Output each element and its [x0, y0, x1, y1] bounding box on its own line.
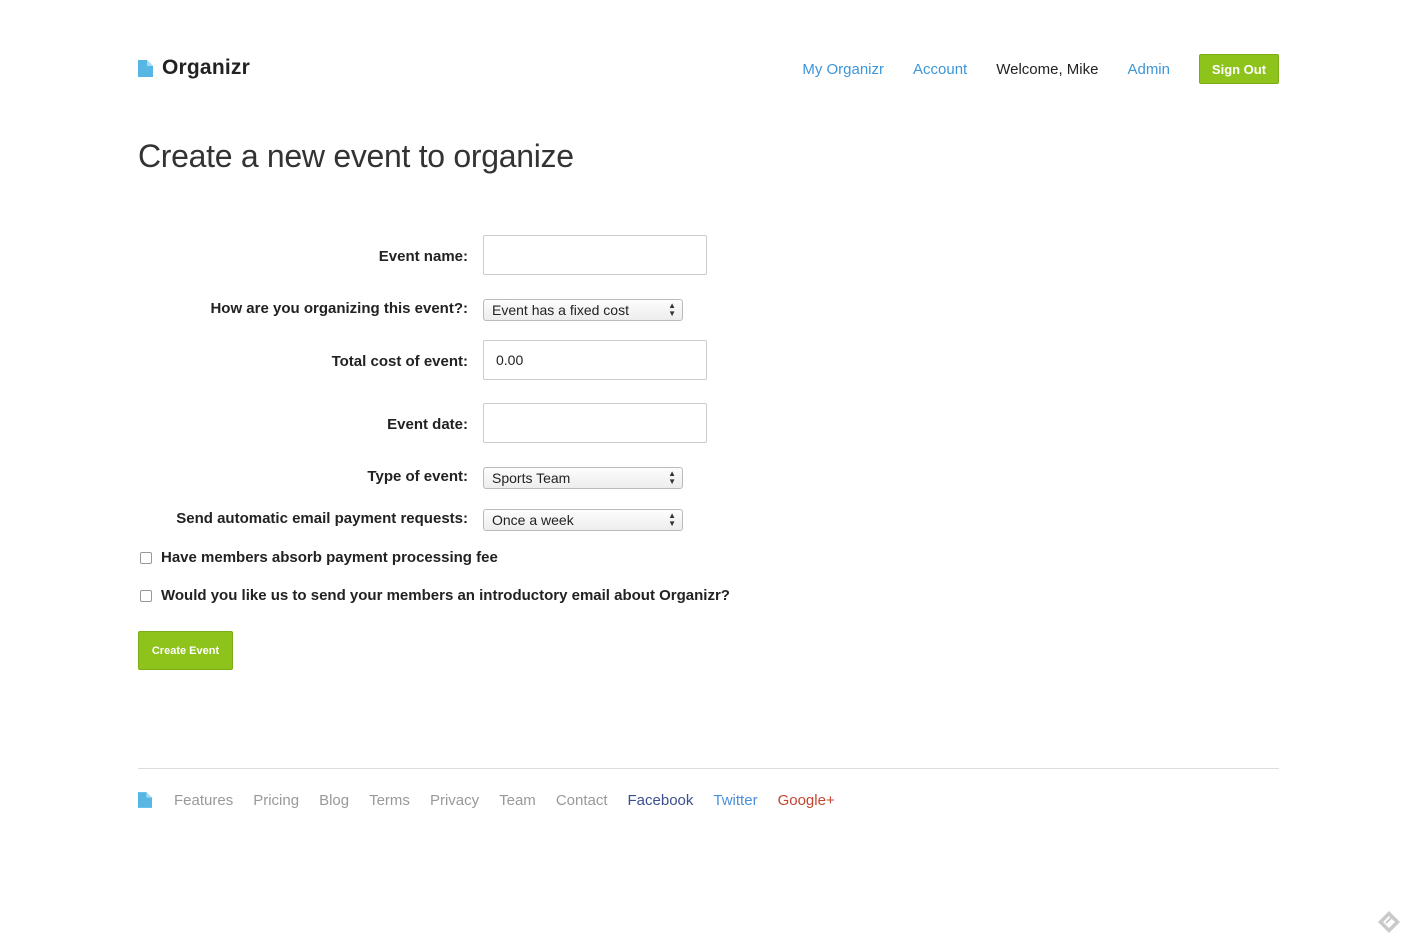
select-arrows-icon: ▲ ▼ [668, 469, 676, 486]
event-name-label: Event name: [378, 248, 468, 265]
nav-admin-link[interactable]: Admin [1127, 61, 1170, 78]
intro-email-label: Would you like us to send your members a… [161, 587, 730, 604]
organizing-label: How are you organizing this event?: [210, 300, 468, 317]
create-event-button[interactable]: Create Event [138, 631, 233, 670]
footer-terms-link[interactable]: Terms [369, 792, 410, 809]
footer-features-link[interactable]: Features [174, 792, 233, 809]
document-icon [138, 59, 153, 77]
footer-pricing-link[interactable]: Pricing [253, 792, 299, 809]
welcome-text: Welcome, Mike [996, 60, 1099, 78]
event-type-select[interactable]: Sports Team ▲ ▼ [483, 467, 683, 489]
intro-email-checkbox[interactable] [140, 589, 152, 602]
page-title: Create a new event to organize [138, 138, 574, 174]
event-date-input[interactable] [483, 403, 707, 443]
footer-twitter-link[interactable]: Twitter [713, 792, 757, 809]
diamond-icon [1378, 911, 1400, 933]
footer-team-link[interactable]: Team [499, 792, 536, 809]
footer-google-plus-link[interactable]: Google+ [778, 792, 835, 809]
document-icon[interactable] [138, 792, 152, 808]
absorb-fee-label: Have members absorb payment processing f… [161, 549, 498, 566]
sign-out-button[interactable]: Sign Out [1199, 54, 1279, 84]
total-cost-input[interactable] [483, 340, 707, 380]
organizing-select[interactable]: Event has a fixed cost ▲ ▼ [483, 299, 683, 321]
top-nav: My Organizr Account Welcome, Mike Admin … [802, 52, 1279, 86]
logo-text: Organizr [162, 56, 250, 79]
nav-account-link[interactable]: Account [913, 61, 967, 78]
footer-contact-link[interactable]: Contact [556, 792, 608, 809]
email-requests-label: Send automatic email payment requests: [176, 510, 468, 527]
footer-divider [138, 768, 1279, 769]
total-cost-label: Total cost of event: [331, 353, 468, 370]
logo[interactable]: Organizr [138, 56, 250, 80]
absorb-fee-row: Have members absorb payment processing f… [140, 549, 498, 566]
organizing-selected-value: Event has a fixed cost [492, 302, 629, 318]
event-type-selected-value: Sports Team [492, 470, 571, 486]
nav-my-organizr-link[interactable]: My Organizr [802, 61, 884, 78]
footer-facebook-link[interactable]: Facebook [628, 792, 694, 809]
intro-email-row: Would you like us to send your members a… [140, 587, 730, 604]
absorb-fee-checkbox[interactable] [140, 551, 152, 564]
site-footer: Features Pricing Blog Terms Privacy Team… [138, 790, 855, 810]
site-header: Organizr My Organizr Account Welcome, Mi… [138, 52, 1279, 86]
email-requests-select[interactable]: Once a week ▲ ▼ [483, 509, 683, 531]
footer-privacy-link[interactable]: Privacy [430, 792, 479, 809]
event-type-label: Type of event: [367, 468, 468, 485]
select-arrows-icon: ▲ ▼ [668, 511, 676, 528]
event-date-label: Event date: [387, 416, 468, 433]
select-arrows-icon: ▲ ▼ [668, 301, 676, 318]
footer-blog-link[interactable]: Blog [319, 792, 349, 809]
email-requests-selected-value: Once a week [492, 512, 574, 528]
event-name-input[interactable] [483, 235, 707, 275]
